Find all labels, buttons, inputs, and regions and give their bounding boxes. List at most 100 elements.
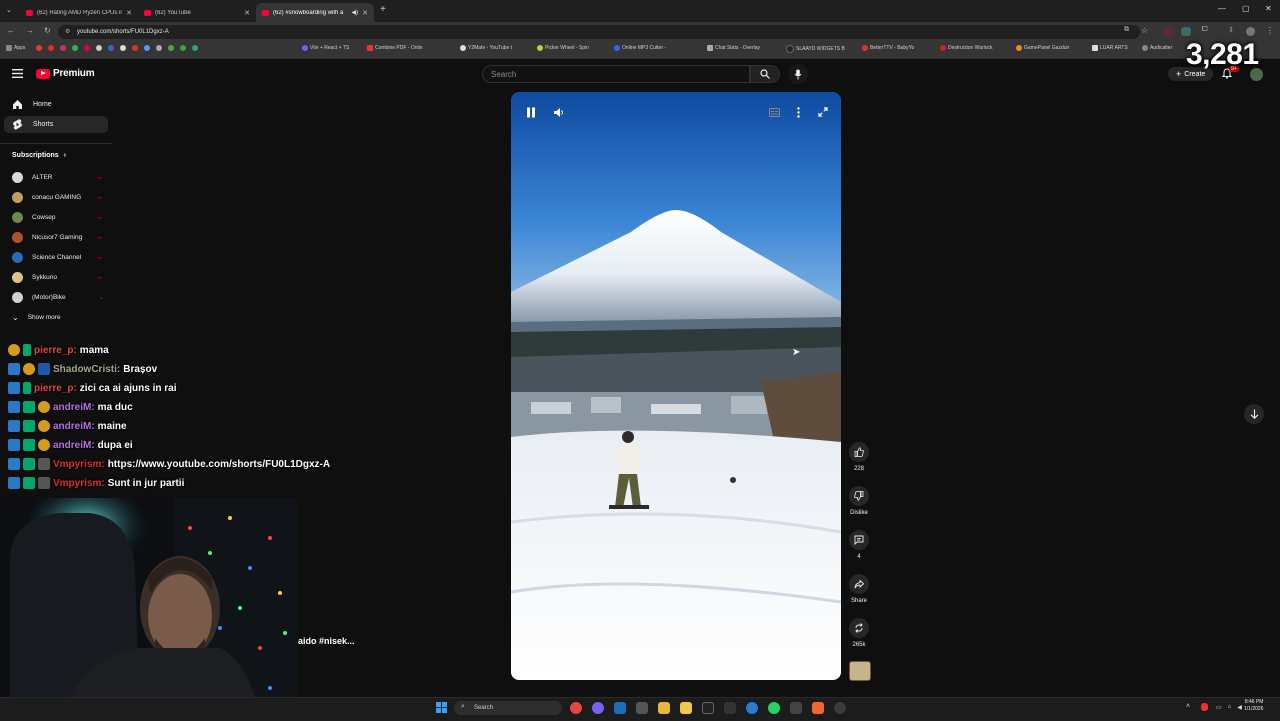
extensions-puzzle-icon[interactable]: ⧠ <box>1202 26 1208 34</box>
bookmark-favicon-icon[interactable] <box>96 45 102 51</box>
extension-icon[interactable] <box>1181 27 1191 36</box>
display-icon[interactable]: ▭ <box>1216 704 1222 711</box>
browser-menu-icon[interactable]: ⋮ <box>1266 26 1274 35</box>
profile-avatar-icon[interactable] <box>1246 27 1255 36</box>
bookmark-favicon-icon[interactable] <box>120 45 126 51</box>
taskbar-search[interactable]: ⌕ Search <box>454 701 562 715</box>
new-tab-icon[interactable]: + <box>380 4 386 15</box>
install-app-icon[interactable]: ⧉ <box>1124 26 1129 34</box>
bookmark-favicon-icon[interactable] <box>60 45 66 51</box>
app-taskbar-icon[interactable] <box>834 702 846 714</box>
chrome-taskbar-icon[interactable] <box>570 702 582 714</box>
like-button[interactable]: 228 <box>846 442 872 472</box>
taskbar-clock[interactable]: 8:46 PM 1/1/2026 <box>1244 699 1263 713</box>
bookmark-star-icon[interactable]: ☆ <box>1141 26 1148 35</box>
bookmark-apps[interactable]: Apps <box>6 45 25 51</box>
sidebar-item-home[interactable]: Home <box>4 96 108 113</box>
bookmark-item[interactable]: Picker Wheel - Spin <box>537 45 589 51</box>
audio-playing-icon[interactable]: ◀) <box>352 9 359 16</box>
bookmark-favicon-icon[interactable] <box>132 45 138 51</box>
bookmark-favicon-icon[interactable] <box>72 45 78 51</box>
bookmark-favicon-icon[interactable] <box>48 45 54 51</box>
bookmark-item[interactable]: Combine PDF - Onlin <box>367 45 423 51</box>
voice-search-button[interactable] <box>788 64 808 84</box>
bookmark-favicon-icon[interactable] <box>144 45 150 51</box>
bookmark-item[interactable]: Chat Stats - Overlay <box>707 45 760 51</box>
app-taskbar-icon[interactable] <box>592 702 604 714</box>
browser-tab-1[interactable]: (62) Rating AMD Ryzen CPUs in ✕ <box>20 3 138 22</box>
bookmark-item[interactable]: Vite + React + TS <box>302 45 349 51</box>
bookmark-favicon-icon[interactable] <box>168 45 174 51</box>
bookmark-favicon-icon[interactable] <box>36 45 42 51</box>
tray-chevron-up-icon[interactable]: ˄ <box>1186 703 1190 710</box>
hamburger-menu-icon[interactable] <box>12 69 23 78</box>
bookmark-favicon-icon[interactable] <box>192 45 198 51</box>
system-tray[interactable]: ▭ ⌂ ◀ <box>1216 704 1242 711</box>
shorts-video-player[interactable] <box>511 92 841 680</box>
app-taskbar-icon[interactable] <box>636 702 648 714</box>
subscription-item[interactable]: Nicusor7 Gaming ●● <box>4 228 108 246</box>
app-taskbar-icon[interactable] <box>658 702 670 714</box>
whatsapp-taskbar-icon[interactable] <box>768 702 780 714</box>
bookmark-item[interactable]: LUAR ARTS <box>1092 45 1128 51</box>
bookmark-item[interactable]: GamePanel Gazduir <box>1016 45 1069 51</box>
back-icon[interactable]: ← <box>7 26 15 35</box>
fullscreen-button[interactable] <box>815 104 831 120</box>
subscription-item[interactable]: Sykkuno ●● <box>4 268 108 286</box>
bookmark-item[interactable]: Audicalter <box>1142 45 1172 51</box>
captions-button[interactable] <box>766 104 782 120</box>
volume-button[interactable] <box>550 104 566 120</box>
microphone-tray-icon[interactable] <box>1201 703 1208 711</box>
browser-tab-3-active[interactable]: (62) #snowboarding with a ◀) ✕ <box>256 3 374 22</box>
pause-button[interactable] <box>523 104 539 120</box>
app-taskbar-icon[interactable] <box>790 702 802 714</box>
subscriptions-heading[interactable]: Subscriptions › <box>12 152 66 159</box>
subscription-item[interactable]: ALTER ●● <box>4 168 108 186</box>
app-taskbar-icon[interactable] <box>702 702 714 714</box>
next-video-button[interactable] <box>1244 404 1264 424</box>
maximize-icon[interactable]: ▢ <box>1242 4 1250 13</box>
browser-tab-2[interactable]: (62) YouTube ✕ <box>138 3 256 22</box>
bookmark-favicon-icon[interactable] <box>108 45 114 51</box>
tab-search-icon[interactable]: ⌄ <box>6 6 12 14</box>
close-tab-icon[interactable]: ✕ <box>362 9 368 17</box>
sidebar-item-shorts[interactable]: Shorts <box>4 116 108 133</box>
start-button-icon[interactable] <box>436 702 447 713</box>
comments-button[interactable]: 4 <box>846 530 872 560</box>
bookmark-item[interactable]: SLAAYD WIDGETS B <box>786 45 845 53</box>
close-tab-icon[interactable]: ✕ <box>244 9 250 17</box>
steam-taskbar-icon[interactable] <box>614 702 626 714</box>
bookmark-favicon-icon[interactable] <box>84 45 90 51</box>
subscription-item[interactable]: Cowsep ●● <box>4 208 108 226</box>
share-button[interactable]: Share <box>846 574 872 604</box>
network-icon[interactable]: ⌂ <box>1228 704 1232 711</box>
extension-icon[interactable] <box>1163 27 1175 36</box>
volume-tray-icon[interactable]: ◀ <box>1237 704 1242 711</box>
bookmark-favicon-icon[interactable] <box>156 45 162 51</box>
remix-button[interactable]: 265k <box>846 618 872 648</box>
bookmark-item[interactable]: Destruction Warlock <box>940 45 993 51</box>
bookmark-favicon-icon[interactable] <box>180 45 186 51</box>
subscription-item[interactable]: (Motor)Bike • <box>4 288 108 306</box>
bookmark-item[interactable]: Online MP3 Cutter - <box>614 45 666 51</box>
reload-icon[interactable]: ↻ <box>44 26 51 35</box>
file-explorer-taskbar-icon[interactable] <box>680 702 692 714</box>
dislike-button[interactable]: Dislike <box>846 486 872 516</box>
sound-thumbnail-icon[interactable] <box>849 661 871 681</box>
youtube-premium-logo[interactable]: Premium <box>36 68 95 79</box>
site-info-icon[interactable]: ⚙ <box>65 28 70 35</box>
subscription-item[interactable]: Science Channel ●● <box>4 248 108 266</box>
brave-taskbar-icon[interactable] <box>812 702 824 714</box>
search-input[interactable]: Search <box>482 65 750 83</box>
bookmark-item[interactable]: BetterTTV - BabyYo <box>862 45 914 51</box>
app-taskbar-icon[interactable] <box>724 702 736 714</box>
forward-icon[interactable]: → <box>26 26 34 35</box>
search-button[interactable] <box>750 65 780 83</box>
app-taskbar-icon[interactable] <box>746 702 758 714</box>
show-more-button[interactable]: ⌄ Show more <box>4 308 108 326</box>
address-bar[interactable]: ⚙ youtube.com/shorts/FU0L1Dgxz-A <box>58 25 1140 39</box>
more-options-button[interactable] <box>790 104 806 120</box>
downloads-icon[interactable]: ⇩ <box>1228 26 1234 34</box>
close-window-icon[interactable]: ✕ <box>1265 4 1272 13</box>
minimize-icon[interactable]: — <box>1218 4 1226 13</box>
